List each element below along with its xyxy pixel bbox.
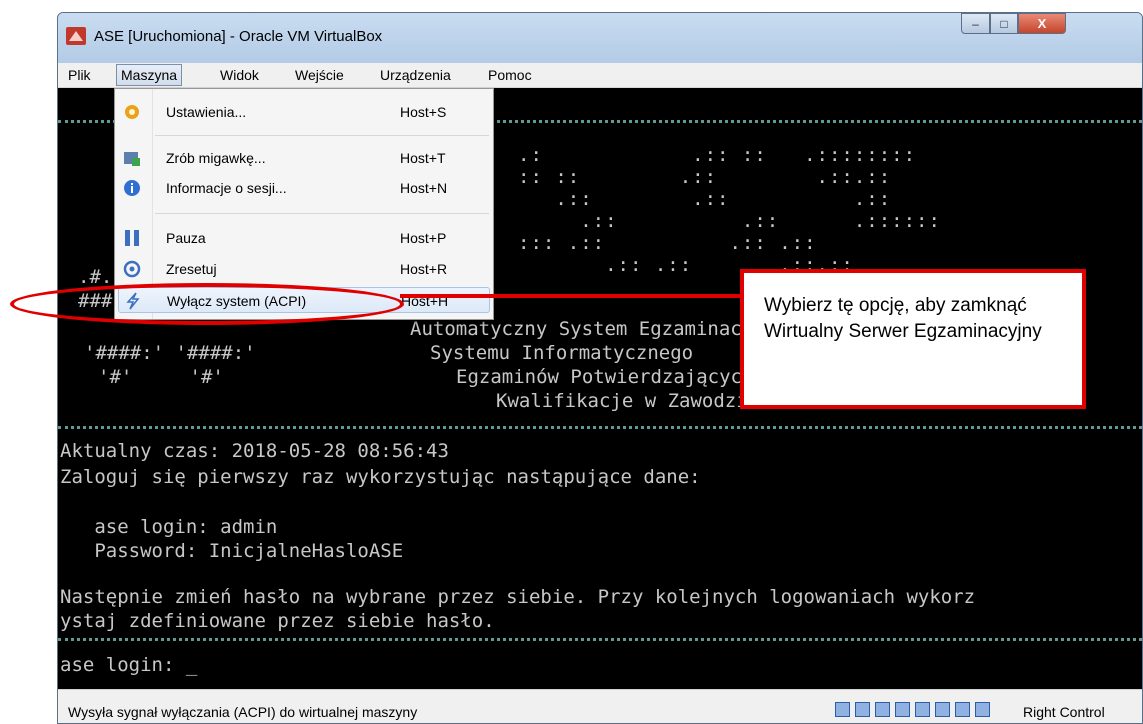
menu-pomoc[interactable]: Pomoc [488,67,532,83]
display-icon[interactable] [895,702,910,717]
menu-maszyna[interactable]: Maszyna [116,64,183,86]
snapshot-icon [124,152,140,166]
hdd-icon[interactable] [835,702,850,717]
banner-line: Systemu Informatycznego [430,342,694,364]
title-bar[interactable]: ASE [Uruchomiona] - Oracle VM VirtualBox… [58,13,1142,63]
menu-item-shortcut: Host+P [400,230,447,246]
logo-line: '####:' '####:' [84,342,256,364]
mouse-integration-icon[interactable] [975,702,990,717]
menu-item-shortcut: Host+N [400,180,448,196]
annotation-callout: Wybierz tę opcję, aby zamknąć Wirtualny … [740,269,1086,409]
menu-item-informacje-o-sesji[interactable]: Informacje o sesji... Host+N [115,175,493,201]
capture-icon[interactable] [955,702,970,717]
menu-plik[interactable]: Plik [68,67,91,83]
settings-gear-icon [125,105,139,119]
virtualbox-app-icon [66,27,86,45]
menu-item-pauza[interactable]: Pauza Host+P [115,225,493,251]
logo-line: '#' '#' [98,366,224,388]
folder-icon[interactable] [875,702,890,717]
status-icons [835,702,990,717]
console-line: ystaj zdefiniowane przez siebie hasło. [60,610,495,632]
network-icon[interactable] [915,702,930,717]
menu-item-shortcut: Host+T [400,150,446,166]
console-line: Password: InicjalneHasloASE [60,540,404,562]
console-prompt[interactable]: ase login: _ [60,654,197,676]
console-line: Aktualny czas: 2018-05-28 08:56:43 [60,440,449,462]
menu-wejscie[interactable]: Wejście [295,67,344,83]
menu-item-shortcut: Host+R [400,261,448,277]
host-key-label: Right Control [1023,704,1105,720]
close-button[interactable]: X [1018,13,1066,34]
menu-widok[interactable]: Widok [220,67,259,83]
minimize-button[interactable]: – [961,13,990,34]
info-icon [124,180,140,196]
usb-icon[interactable] [935,702,950,717]
menu-item-label: Ustawienia... [166,104,247,120]
menu-item-label: Informacje o sesji... [166,180,287,196]
console-line: ase login: admin [60,516,278,538]
menu-urzadzenia[interactable]: Urządzenia [380,67,451,83]
console-line: Następnie zmień hasło na wybrane przez s… [60,586,976,608]
menu-item-ustawienia[interactable]: Ustawienia... Host+S [115,99,493,125]
menu-item-zresetuj[interactable]: Zresetuj Host+R [115,256,493,282]
menu-item-label: Zresetuj [166,261,217,277]
menu-separator [155,213,489,214]
annotation-connector [400,294,740,298]
console-separator [58,638,1142,641]
banner-line: Kwalifikacje w Zawodzie [496,390,760,412]
maximize-button[interactable]: □ [990,13,1018,34]
menu-separator [155,135,489,136]
reset-icon [123,260,141,278]
menu-bar: Plik Maszyna Widok Wejście Urządzenia Po… [58,63,1142,88]
window-title: ASE [Uruchomiona] - Oracle VM VirtualBox [94,28,383,45]
banner-line: Egzaminów Potwierdzających [456,366,754,388]
logo-line: .#. [78,266,113,288]
status-text: Wysyła sygnał wyłączania (ACPI) do wirtu… [68,704,418,720]
console-separator [58,426,1142,429]
callout-text: Wybierz tę opcję, aby zamknąć Wirtualny … [764,295,1042,342]
menu-item-label: Pauza [166,230,206,246]
pause-icon [125,230,139,246]
console-line: Zaloguj się pierwszy raz wykorzystując n… [60,466,701,488]
menu-item-zrob-migawke[interactable]: Zrób migawkę... Host+T [115,145,493,171]
menu-item-shortcut: Host+S [400,104,447,120]
annotation-ellipse [10,283,404,325]
status-bar: Wysyła sygnał wyłączania (ACPI) do wirtu… [58,689,1142,723]
optical-drive-icon[interactable] [855,702,870,717]
ascii-art: .: .:: :: .:::::::: :: :: .:: .::.:: .::… [518,144,941,276]
menu-item-label: Zrób migawkę... [166,150,266,166]
banner-line: Automatyczny System Egzaminacyjny [410,318,788,340]
